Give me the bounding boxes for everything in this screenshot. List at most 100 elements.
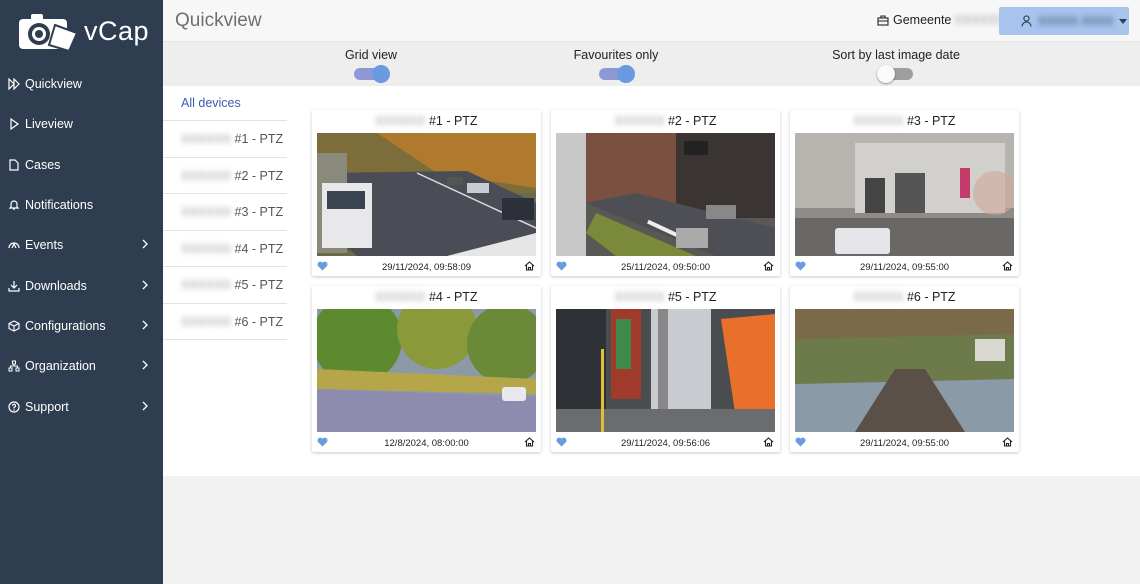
device-label: #5 - PTZ: [234, 278, 284, 292]
sidebar-item-label: Notifications: [25, 198, 94, 213]
sidebar-item-downloads[interactable]: Downloads: [0, 265, 163, 305]
camera-footer: 29/11/2024, 09:56:06: [551, 432, 780, 452]
camera-card[interactable]: XXXXXX #5 - PTZ 29/11/2024, 09:56:06: [551, 286, 780, 452]
grid-view-toggle[interactable]: [354, 65, 390, 83]
chevron-right-icon: [141, 400, 149, 414]
sidebar-item-notifications[interactable]: Notifications: [0, 185, 163, 225]
gemeente-label: Gemeente: [893, 13, 952, 27]
sidebar-item-organization[interactable]: Organization: [0, 346, 163, 386]
camera-prefix: XXXXXX: [853, 290, 904, 304]
camera-timestamp: 29/11/2024, 09:55:00: [859, 262, 950, 273]
sidebar-item-label: Cases: [25, 157, 61, 172]
home-position-icon[interactable]: [1002, 261, 1013, 274]
home-position-icon[interactable]: [1002, 437, 1013, 450]
home-position-icon[interactable]: [763, 261, 774, 274]
toggle-knob: [372, 65, 390, 83]
camera-label: #2 - PTZ: [667, 114, 717, 128]
device-prefix: XXXXXX: [181, 132, 232, 146]
device-item-all[interactable]: All devices: [163, 86, 287, 121]
app-name: vCap: [84, 15, 150, 46]
gemeente-value: XXXXXX: [954, 13, 1005, 27]
camera-footer: 25/11/2024, 09:50:00: [551, 256, 780, 276]
user-menu-button[interactable]: XXXXX XXXX: [999, 7, 1129, 35]
sidebar-item-label: Quickview: [25, 77, 82, 92]
device-label: #1 - PTZ: [234, 132, 284, 146]
camera-prefix: XXXXXX: [375, 114, 426, 128]
sidebar-item-label: Configurations: [25, 318, 106, 333]
device-label: #4 - PTZ: [234, 241, 284, 256]
device-label: #2 - PTZ: [234, 168, 284, 183]
camera-label: #5 - PTZ: [667, 290, 717, 304]
download-icon: [7, 279, 21, 293]
sort-by-date-toggle[interactable]: [877, 65, 913, 83]
page-title: Quickview: [175, 10, 262, 31]
user-name: XXXXX XXXX: [1038, 14, 1114, 28]
sidebar-item-label: Liveview: [25, 117, 73, 132]
camera-card[interactable]: XXXXXX #1 - PTZ 29/11/2024, 09:58:09: [312, 110, 541, 276]
camera-card[interactable]: XXXXXX #2 - PTZ 25/11/2024, 09:50:00: [551, 110, 780, 276]
camera-snapshot[interactable]: [556, 309, 775, 432]
device-list: All devices XXXXXX #1 - PTZ XXXXXX #2 - …: [163, 86, 287, 340]
camera-snapshot[interactable]: [317, 133, 536, 256]
camera-footer: 29/11/2024, 09:58:09: [312, 256, 541, 276]
camera-label: #3 - PTZ: [906, 114, 956, 128]
camera-title: XXXXXX #1 - PTZ: [312, 110, 541, 132]
camera-timestamp: 25/11/2024, 09:50:00: [620, 262, 711, 273]
sidebar-item-configurations[interactable]: Configurations: [0, 306, 163, 346]
device-item[interactable]: XXXXXX #5 - PTZ: [163, 267, 287, 304]
camera-snapshot[interactable]: [795, 309, 1014, 432]
chevron-right-icon: [141, 238, 149, 252]
sidebar-item-quickview[interactable]: Quickview: [0, 64, 163, 104]
home-position-icon[interactable]: [524, 437, 535, 450]
org-icon: [7, 359, 21, 373]
device-prefix: XXXXXX: [181, 168, 232, 183]
sidebar-item-liveview[interactable]: Liveview: [0, 104, 163, 144]
device-item[interactable]: XXXXXX #6 - PTZ: [163, 304, 287, 340]
camera-card[interactable]: XXXXXX #3 - PTZ 29/11/2024, 09:55:00: [790, 110, 1019, 276]
camera-footer: 12/8/2024, 08:00:00: [312, 432, 541, 452]
camera-prefix: XXXXXX: [614, 290, 665, 304]
device-prefix: XXXXXX: [181, 278, 232, 292]
sidebar-nav: Quickview Liveview Cases Notifications E…: [0, 64, 163, 427]
device-prefix: XXXXXX: [181, 314, 232, 329]
camera-title: XXXXXX #2 - PTZ: [551, 110, 780, 132]
sort-by-date-label: Sort by last image date: [832, 48, 960, 62]
camera-card[interactable]: XXXXXX #6 - PTZ 29/11/2024, 09:55:00: [790, 286, 1019, 452]
sidebar-item-support[interactable]: Support: [0, 386, 163, 426]
favourites-only-control: Favourites only: [516, 48, 716, 83]
device-item[interactable]: XXXXXX #2 - PTZ: [163, 158, 287, 194]
sidebar-item-label: Organization: [25, 359, 96, 374]
camera-label: #4 - PTZ: [428, 290, 478, 304]
device-item[interactable]: XXXXXX #3 - PTZ: [163, 194, 287, 231]
device-prefix: XXXXXX: [181, 205, 232, 219]
gemeente-selector[interactable]: Gemeente XXXXXX: [877, 13, 1004, 27]
favourites-only-toggle[interactable]: [599, 65, 635, 83]
view-controls: Grid view Favourites only Sort by last i…: [163, 42, 1140, 86]
device-item[interactable]: XXXXXX #4 - PTZ: [163, 231, 287, 267]
app-logo[interactable]: vCap: [0, 0, 163, 62]
events-icon: [7, 238, 21, 252]
camera-prefix: XXXXXX: [375, 290, 426, 304]
sidebar-item-cases[interactable]: Cases: [0, 145, 163, 185]
sidebar-item-events[interactable]: Events: [0, 225, 163, 265]
camera-title: XXXXXX #4 - PTZ: [312, 286, 541, 308]
caret-down-icon: [1119, 18, 1128, 24]
camera-label: #6 - PTZ: [906, 290, 956, 304]
home-position-icon[interactable]: [524, 261, 535, 274]
chevron-right-icon: [141, 359, 149, 373]
sort-by-date-control: Sort by last image date: [796, 48, 996, 83]
camera-card[interactable]: XXXXXX #4 - PTZ 12/8/2024, 08:00:00: [312, 286, 541, 452]
device-prefix: XXXXXX: [181, 241, 232, 256]
camera-timestamp: 12/8/2024, 08:00:00: [384, 438, 469, 449]
box-icon: [7, 319, 21, 333]
camera-timestamp: 29/11/2024, 09:58:09: [381, 262, 472, 273]
camera-snapshot[interactable]: [556, 133, 775, 256]
camera-snapshot[interactable]: [795, 133, 1014, 256]
camera-snapshot[interactable]: [317, 309, 536, 432]
home-position-icon[interactable]: [763, 437, 774, 450]
sidebar-item-label: Support: [25, 399, 69, 414]
sidebar: vCap Quickview Liveview Cases Notificati…: [0, 0, 163, 584]
device-label: #3 - PTZ: [234, 205, 284, 219]
quickview-icon: [7, 77, 21, 91]
device-item[interactable]: XXXXXX #1 - PTZ: [163, 121, 287, 158]
